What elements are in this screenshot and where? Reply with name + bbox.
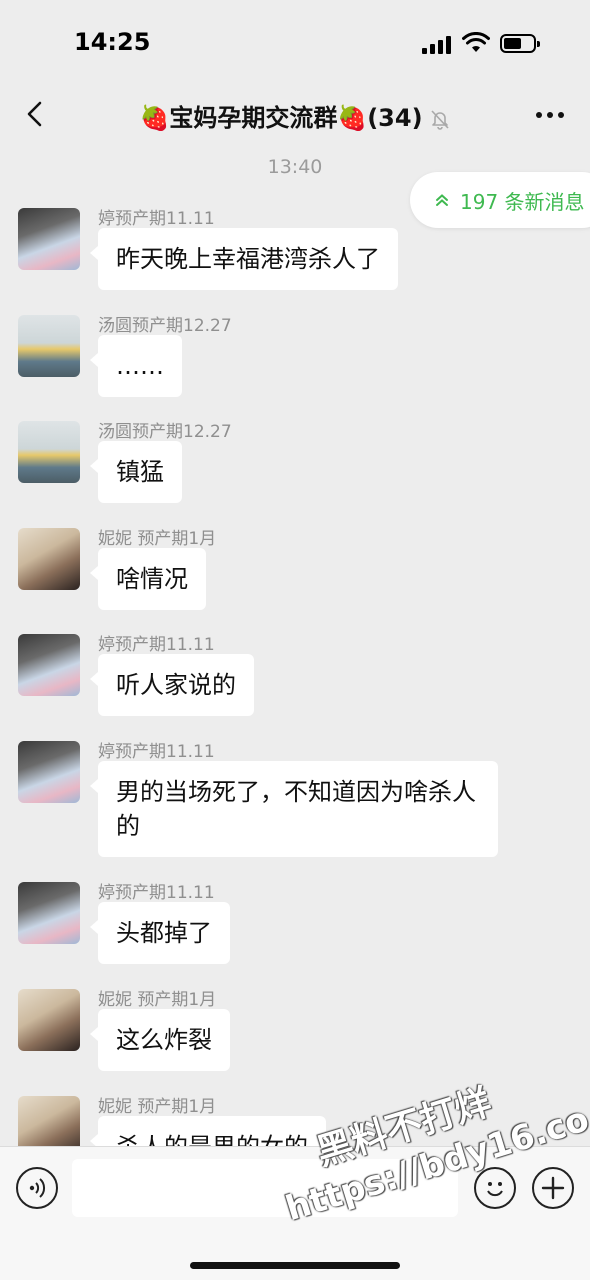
battery-icon [500,34,540,53]
new-messages-label: 197 条新消息 [460,189,585,214]
message-bubble[interactable]: 昨天晚上幸福港湾杀人了 [90,228,398,290]
group-name: 🍓宝妈孕期交流群🍓 [139,104,368,132]
sender-name: 妮妮 预产期1月 [98,1097,217,1117]
wifi-icon [462,32,490,52]
avatar[interactable] [18,882,80,944]
message-bubble[interactable]: 男的当场死了，不知道因为啥杀人的 [90,761,498,857]
message-bubble[interactable]: 这么炸裂 [90,1009,230,1071]
emoji-icon [487,1182,503,1197]
avatar[interactable] [18,315,80,377]
double-chevron-up-icon [436,194,448,206]
sender-name: 妮妮 预产期1月 [98,529,217,549]
avatar[interactable] [18,208,80,270]
sender-name: 汤圆预产期12.27 [98,316,232,336]
avatar[interactable] [18,741,80,803]
bell-off-icon [430,110,449,130]
sender-name: 汤圆预产期12.27 [98,422,232,442]
message-bubble[interactable]: 听人家说的 [90,654,254,716]
message-bubble[interactable]: 头都掉了 [90,902,230,964]
voice-button[interactable] [16,1167,58,1209]
home-indicator [190,1262,400,1269]
chat-title: 🍓宝妈孕期交流群🍓(34) [0,98,590,133]
sender-name: 妮妮 预产期1月 [98,990,217,1010]
cellular-signal-icon [422,34,452,54]
more-options-button[interactable] [534,104,566,124]
chat-header: 🍓宝妈孕期交流群🍓(34) [0,88,590,146]
message-bubble[interactable]: 镇猛 [90,441,182,503]
plus-button[interactable] [532,1167,574,1209]
avatar[interactable] [18,421,80,483]
new-messages-button[interactable]: 197 条新消息 [410,172,590,228]
status-bar: 14:25 [0,0,590,88]
sender-name: 婷预产期11.11 [98,635,215,655]
avatar[interactable] [18,634,80,696]
sender-name: 婷预产期11.11 [98,742,215,762]
status-time: 14:25 [74,28,151,56]
plus-icon [541,1176,565,1200]
sender-name: 婷预产期11.11 [98,883,215,903]
avatar[interactable] [18,989,80,1051]
emoji-button[interactable] [474,1167,516,1209]
voice-icon [29,1178,46,1198]
message-bubble[interactable]: …… [90,335,182,397]
member-count: (34) [367,104,423,132]
avatar[interactable] [18,528,80,590]
message-bubble[interactable]: 啥情况 [90,548,206,610]
sender-name: 婷预产期11.11 [98,209,215,229]
